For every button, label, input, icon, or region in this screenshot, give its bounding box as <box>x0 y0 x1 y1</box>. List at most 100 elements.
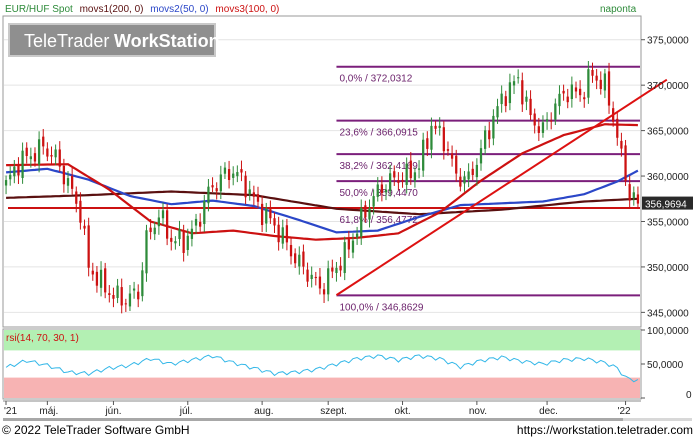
candle-body <box>512 81 516 86</box>
candle-body <box>161 210 165 219</box>
candle-body <box>149 227 152 233</box>
candle-body <box>186 235 189 251</box>
candle-body <box>628 184 631 201</box>
candle-body <box>190 228 194 239</box>
main-panel <box>2 15 642 328</box>
candle-body <box>450 153 454 159</box>
fib-label: 23,6% / 366,0915 <box>339 128 418 139</box>
candle-body <box>116 285 119 298</box>
candle-body <box>541 122 545 133</box>
rsi-tick-label: 50,0000 <box>647 360 684 371</box>
candle-body <box>607 71 611 106</box>
candle-body <box>256 194 260 202</box>
x-tick-label: dec. <box>539 406 558 417</box>
candle-body <box>587 69 590 98</box>
candle-body <box>504 96 507 107</box>
x-tick-label: '22 <box>618 406 631 417</box>
candle-body <box>178 229 181 240</box>
candle-body <box>355 233 359 238</box>
candle-body <box>554 103 557 120</box>
candle-body <box>384 189 388 193</box>
candle-body <box>207 186 210 204</box>
y-tick-label: 365,0000 <box>647 127 689 138</box>
candle-body <box>409 160 412 179</box>
website-link[interactable]: https://workstation.teletrader.com <box>517 423 693 437</box>
candle-body <box>219 174 222 192</box>
candle-body <box>314 276 317 279</box>
candle-body <box>124 303 127 305</box>
candle-body <box>37 139 41 165</box>
rsi-tick-label: 100,0000 <box>647 326 689 337</box>
candle-body <box>13 166 16 177</box>
candle-body <box>306 269 309 282</box>
rsi-oversold-zone <box>4 377 640 398</box>
candle-body <box>75 191 78 204</box>
candle-body <box>145 230 148 274</box>
chart-legend: EUR/HUF Spot movs1(200, 0) movs2(50, 0) … <box>5 4 279 15</box>
candle-body <box>277 224 280 243</box>
candle-body <box>393 171 396 178</box>
candle-body <box>636 194 640 204</box>
candle-body <box>525 96 528 102</box>
candle-body <box>364 205 367 218</box>
candle-body <box>87 225 90 268</box>
candle-body <box>545 119 549 122</box>
candle-body <box>265 208 268 224</box>
candle-body <box>170 237 173 242</box>
last-price-label: 356,9694 <box>645 200 687 211</box>
candle-body <box>517 77 520 79</box>
candle-body <box>199 221 202 227</box>
candle-body <box>269 209 272 219</box>
candle-body <box>335 267 338 274</box>
candle-body <box>298 254 301 267</box>
candle-body <box>595 75 598 81</box>
candle-body <box>578 88 582 96</box>
x-tick-label: szept. <box>320 406 347 417</box>
candle-body <box>310 274 313 280</box>
candle-body <box>46 148 49 157</box>
candle-body <box>599 79 602 90</box>
candle-body <box>33 153 37 162</box>
candle-body <box>4 180 8 186</box>
y-axis: 375,0000 370,0000 365,0000 360,0000 355,0000… <box>641 36 689 319</box>
candle-body <box>141 270 144 297</box>
candle-body <box>248 189 251 195</box>
candle-body <box>343 242 346 274</box>
candle-body <box>492 115 495 139</box>
candle-body <box>95 271 99 286</box>
candle-body <box>294 253 297 264</box>
candle-body <box>120 287 123 306</box>
candle-body <box>79 200 82 223</box>
candle-body <box>99 269 103 288</box>
candle-body <box>438 125 441 129</box>
period-label: naponta <box>600 4 637 15</box>
candle-body <box>104 268 107 293</box>
candle-body <box>273 218 276 226</box>
candle-body <box>475 164 479 178</box>
candle-body <box>529 98 532 116</box>
candle-body <box>58 149 61 167</box>
candle-body <box>620 140 623 149</box>
candle-body <box>372 196 375 207</box>
y-tick-label: 370,0000 <box>647 81 689 92</box>
y-tick-label: 375,0000 <box>647 36 689 47</box>
candle-body <box>562 90 565 94</box>
footer: © 2022 TeleTrader Software GmbH https://… <box>0 421 695 439</box>
candle-body <box>574 87 578 92</box>
candle-body <box>260 203 264 226</box>
candle-body <box>537 126 540 133</box>
candle-body <box>227 169 231 181</box>
candle-body <box>132 288 136 291</box>
candle-body <box>322 289 326 295</box>
candle-body <box>128 293 132 307</box>
legend-movs2: movs2(50, 0) <box>150 4 208 15</box>
candle-body <box>108 293 111 295</box>
candle-body <box>467 171 470 180</box>
candle-body <box>413 172 417 182</box>
candle-body <box>62 165 66 185</box>
candle-body <box>405 163 408 185</box>
candle-body <box>570 84 573 100</box>
candle-body <box>211 185 214 188</box>
candle-body <box>9 174 12 180</box>
candle-body <box>368 207 371 220</box>
